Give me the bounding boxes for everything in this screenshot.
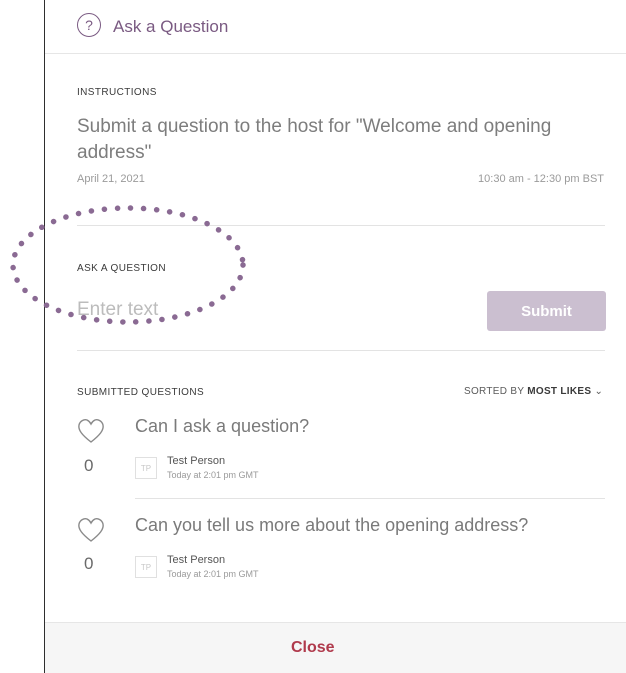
like-count: 0 [84, 554, 94, 573]
like-count: 0 [84, 456, 94, 475]
question-timestamp: Today at 2:01 pm GMT [167, 569, 259, 579]
chevron-down-icon: ⌄ [594, 386, 604, 397]
ask-question-panel: ? Ask a Question INSTRUCTIONS Submit a q… [44, 0, 626, 673]
session-time: 10:30 am - 12:30 pm BST [478, 173, 604, 185]
question-author: Test Person [167, 554, 226, 566]
session-date: April 21, 2021 [77, 173, 145, 185]
sort-value: MOST LIKES [527, 386, 592, 397]
sort-prefix: SORTED BY [464, 386, 525, 397]
ask-question-label: ASK A QUESTION [77, 263, 166, 274]
avatar: TP [135, 556, 157, 578]
heart-icon[interactable] [77, 517, 105, 543]
avatar: TP [135, 457, 157, 479]
question-text: Can I ask a question? [135, 416, 310, 436]
heart-icon[interactable] [77, 418, 105, 444]
panel-footer: Close [45, 622, 626, 673]
sort-dropdown[interactable]: SORTED BY MOST LIKES ⌄ [464, 386, 603, 397]
panel-header: ? Ask a Question [45, 0, 626, 54]
panel-title: Ask a Question [113, 17, 229, 36]
section-divider [77, 225, 605, 226]
instructions-text: Submit a question to the host for "Welco… [77, 116, 552, 163]
question-text: Can you tell us more about the opening a… [135, 515, 529, 535]
question-divider [135, 498, 605, 499]
question-circle-icon: ? [77, 13, 101, 37]
question-input[interactable] [77, 296, 357, 324]
question-author: Test Person [167, 455, 226, 467]
close-button[interactable]: Close [291, 639, 335, 657]
question-timestamp: Today at 2:01 pm GMT [167, 470, 259, 480]
instructions-label: INSTRUCTIONS [77, 87, 157, 98]
section-divider [77, 350, 605, 351]
submitted-questions-label: SUBMITTED QUESTIONS [77, 387, 205, 398]
submit-button[interactable]: Submit [487, 291, 606, 331]
